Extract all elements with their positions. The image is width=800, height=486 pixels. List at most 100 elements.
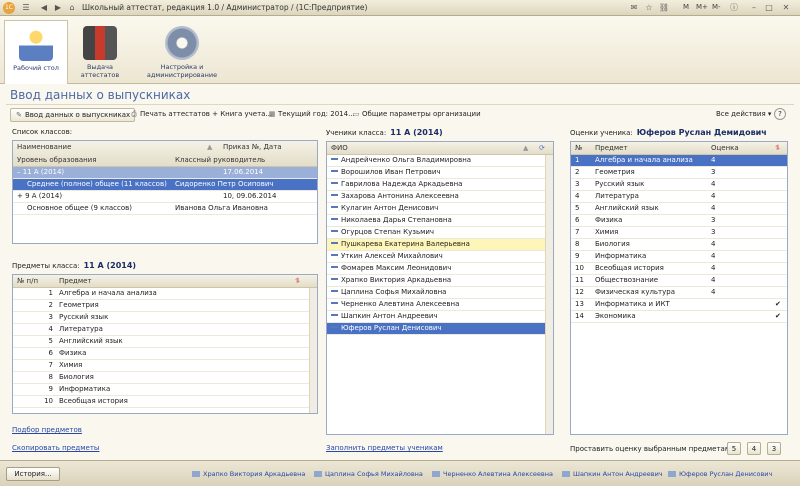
notifications-icon[interactable]: ✉ bbox=[628, 2, 640, 14]
col-name-header[interactable]: Наименование bbox=[17, 141, 71, 153]
table-row[interactable]: Черненко Алевтина Алексеевна bbox=[327, 299, 553, 311]
classes-table[interactable]: Наименование ▲ Приказ №, Дата Уровень об… bbox=[12, 140, 318, 244]
fill-subjects-link[interactable]: Заполнить предметы ученикам bbox=[326, 444, 443, 452]
col-teacher-header[interactable]: Классный руководитель bbox=[175, 154, 265, 166]
table-row[interactable]: 14 Экономика ✔ bbox=[571, 311, 787, 323]
table-row[interactable]: 3 Русский язык 4 bbox=[571, 179, 787, 191]
col-fio-header[interactable]: ФИО bbox=[331, 142, 348, 154]
col-order-header[interactable]: Приказ №, Дата bbox=[223, 141, 282, 153]
table-row[interactable]: Цаплина Софья Михайловна bbox=[327, 287, 553, 299]
table-row[interactable]: + 9 А (2014) 10, 09.06.2014 bbox=[13, 191, 317, 203]
table-row[interactable]: 1 Алгебра и начала анализа 4 bbox=[571, 155, 787, 167]
table-row[interactable]: 4 Литература 4 bbox=[571, 191, 787, 203]
history-button[interactable]: История... bbox=[6, 467, 60, 481]
open-window-tab[interactable]: Юферов Руслан Денисович bbox=[668, 470, 772, 478]
table-row[interactable]: 9 Информатика 4 bbox=[571, 251, 787, 263]
subjects-table[interactable]: № п/п Предмет ⥮ 1 Алгебра и начала анализ… bbox=[12, 274, 318, 414]
memory-add-button[interactable]: M+ bbox=[696, 3, 708, 11]
open-window-tab[interactable]: Храпко Виктория Аркадьевна bbox=[192, 470, 305, 478]
table-row[interactable]: 9 Информатика bbox=[13, 384, 317, 396]
table-row[interactable]: Юферов Руслан Денисович bbox=[327, 323, 553, 335]
sort-icon[interactable]: ▲ bbox=[207, 141, 212, 153]
open-window-tab[interactable]: Цаплина Софья Михайловна bbox=[314, 470, 423, 478]
col-num-header[interactable]: № bbox=[575, 142, 582, 154]
table-row[interactable]: Шапкин Антон Андреевич bbox=[327, 311, 553, 323]
nav-desktop[interactable]: Рабочий стол bbox=[4, 20, 68, 84]
col-grade-header[interactable]: Оценка bbox=[711, 142, 739, 154]
nav-settings[interactable]: Настройка и администрирование bbox=[142, 20, 222, 79]
enter-data-button[interactable]: ✎ Ввод данных о выпускниках bbox=[10, 108, 136, 122]
maximize-icon[interactable]: □ bbox=[763, 2, 775, 14]
table-row[interactable]: Основное общее (9 классов) Иванова Ольга… bbox=[13, 203, 317, 215]
table-row[interactable]: 12 Физическая культура 4 bbox=[571, 287, 787, 299]
table-row[interactable]: – 11 А (2014) 17.06.2014 bbox=[13, 167, 317, 179]
org-params-button[interactable]: ▭ Общие параметры организации bbox=[348, 108, 485, 122]
grade-4-button[interactable]: 4 bbox=[747, 442, 761, 455]
close-icon[interactable]: ✕ bbox=[780, 2, 792, 14]
table-row[interactable]: Среднее (полное) общее (11 классов) Сидо… bbox=[13, 179, 317, 191]
table-row[interactable]: Кулагин Антон Денисович bbox=[327, 203, 553, 215]
col-subject-header[interactable]: Предмет bbox=[595, 142, 628, 154]
home-icon[interactable]: ⌂ bbox=[66, 2, 78, 14]
table-row[interactable]: Гаврилова Надежда Аркадьевна bbox=[327, 179, 553, 191]
table-row[interactable]: 6 Физика 3 bbox=[571, 215, 787, 227]
grade-3-button[interactable]: 3 bbox=[767, 442, 781, 455]
forward-arrow-icon[interactable]: ▶ bbox=[52, 2, 64, 14]
grades-table[interactable]: № Предмет Оценка ⥮ 1 Алгебра и начала ана… bbox=[570, 141, 788, 435]
select-subjects-link[interactable]: Подбор предметов bbox=[12, 426, 82, 434]
table-row[interactable]: 3 Русский язык bbox=[13, 312, 317, 324]
link-icon[interactable]: ⛓ bbox=[658, 2, 670, 14]
table-row[interactable]: Храпко Виктория Аркадьевна bbox=[327, 275, 553, 287]
sort-order-icon[interactable]: ⥮ bbox=[775, 142, 780, 154]
info-icon[interactable]: ⓘ bbox=[728, 2, 740, 14]
sort-order-icon[interactable]: ⥮ bbox=[295, 275, 300, 287]
sort-icon[interactable]: ▲ bbox=[523, 142, 528, 154]
scrollbar[interactable] bbox=[309, 288, 317, 413]
app-logo-icon[interactable]: 1C bbox=[3, 2, 15, 14]
table-row[interactable]: Ворошилов Иван Петрович bbox=[327, 167, 553, 179]
table-row[interactable]: 10 Всеобщая история bbox=[13, 396, 317, 408]
copy-subjects-link[interactable]: Скопировать предметы bbox=[12, 444, 99, 452]
col-subject-header[interactable]: Предмет bbox=[59, 275, 92, 287]
table-row[interactable]: 11 Обществознание 4 bbox=[571, 275, 787, 287]
table-row[interactable]: 1 Алгебра и начала анализа bbox=[13, 288, 317, 300]
table-row[interactable]: 6 Физика bbox=[13, 348, 317, 360]
all-actions-menu[interactable]: Все действия ▾ bbox=[712, 108, 775, 122]
grade-5-button[interactable]: 5 bbox=[727, 442, 741, 455]
menu-icon[interactable]: ☰ bbox=[20, 2, 32, 14]
table-row[interactable]: 5 Английский язык 4 bbox=[571, 203, 787, 215]
table-row[interactable]: 5 Английский язык bbox=[13, 336, 317, 348]
table-row[interactable]: Николаева Дарья Степановна bbox=[327, 215, 553, 227]
memory-button[interactable]: M bbox=[683, 3, 689, 11]
table-row[interactable]: 2 Геометрия bbox=[13, 300, 317, 312]
table-row[interactable]: Захарова Антонина Алексеевна bbox=[327, 191, 553, 203]
table-row[interactable]: Андрейченко Ольга Владимировна bbox=[327, 155, 553, 167]
nav-certificates[interactable]: Выдача аттестатов bbox=[68, 20, 132, 79]
back-arrow-icon[interactable]: ◀ bbox=[38, 2, 50, 14]
print-button[interactable]: ⎙ Печать аттестатов + Книга учета... bbox=[126, 108, 276, 122]
table-row[interactable]: 4 Литература bbox=[13, 324, 317, 336]
minimize-icon[interactable]: – bbox=[748, 2, 760, 14]
table-row[interactable]: 8 Биология bbox=[13, 372, 317, 384]
star-icon[interactable]: ☆ bbox=[643, 2, 655, 14]
scrollbar[interactable] bbox=[545, 155, 553, 434]
table-row[interactable]: 13 Информатика и ИКТ ✔ bbox=[571, 299, 787, 311]
table-row[interactable]: 10 Всеобщая история 4 bbox=[571, 263, 787, 275]
year-button[interactable]: ▦ Текущий год: 2014... bbox=[264, 108, 359, 122]
table-row[interactable]: Фомарев Максим Леонидович bbox=[327, 263, 553, 275]
table-row[interactable]: 7 Химия bbox=[13, 360, 317, 372]
open-window-tab[interactable]: Черненко Алевтина Алексеевна bbox=[432, 470, 553, 478]
help-icon[interactable]: ? bbox=[774, 108, 786, 120]
students-table[interactable]: ФИО ▲ ⟳ Андрейченко Ольга Владимировна Во… bbox=[326, 141, 554, 435]
table-row[interactable]: 2 Геометрия 3 bbox=[571, 167, 787, 179]
table-row[interactable]: Уткин Алексей Михайлович bbox=[327, 251, 553, 263]
refresh-icon[interactable]: ⟳ bbox=[539, 142, 545, 154]
memory-subtract-button[interactable]: M- bbox=[712, 3, 721, 11]
table-row[interactable]: Пушкарева Екатерина Валерьевна bbox=[327, 239, 553, 251]
table-row[interactable]: 8 Биология 4 bbox=[571, 239, 787, 251]
table-row[interactable]: 7 Химия 3 bbox=[571, 227, 787, 239]
col-level-header[interactable]: Уровень образования bbox=[17, 154, 96, 166]
open-window-tab[interactable]: Шапкин Антон Андреевич bbox=[562, 470, 663, 478]
col-num-header[interactable]: № п/п bbox=[17, 275, 38, 287]
table-row[interactable]: Огурцов Степан Кузьмич bbox=[327, 227, 553, 239]
